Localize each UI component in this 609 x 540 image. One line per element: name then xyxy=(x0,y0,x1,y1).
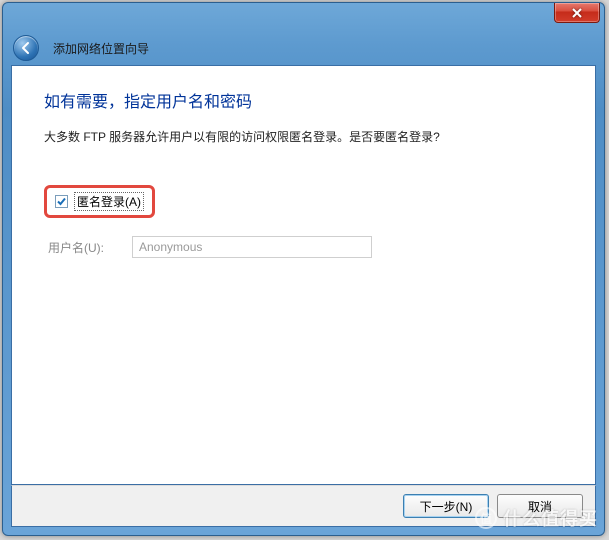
footer: 下一步(N) 取消 xyxy=(11,485,596,527)
next-button[interactable]: 下一步(N) xyxy=(403,494,489,518)
close-button[interactable] xyxy=(554,3,600,23)
checkmark-icon xyxy=(56,196,67,207)
nav-row: 添加网络位置向导 xyxy=(3,31,604,65)
arrow-left-icon xyxy=(19,41,33,55)
page-heading: 如有需要，指定用户名和密码 xyxy=(44,88,563,112)
wizard-title: 添加网络位置向导 xyxy=(53,40,149,57)
close-icon xyxy=(572,8,582,18)
content-area: 如有需要，指定用户名和密码 大多数 FTP 服务器允许用户以有限的访问权限匿名登… xyxy=(11,65,596,485)
username-label: 用户名(U): xyxy=(48,239,118,256)
wizard-window: 添加网络位置向导 如有需要，指定用户名和密码 大多数 FTP 服务器允许用户以有… xyxy=(2,2,605,536)
anonymous-login-checkbox[interactable] xyxy=(55,195,68,208)
username-input xyxy=(132,236,372,258)
username-row: 用户名(U): xyxy=(48,236,563,258)
titlebar xyxy=(3,3,604,31)
back-button[interactable] xyxy=(13,35,39,61)
anonymous-login-label: 匿名登录(A) xyxy=(74,192,144,211)
highlight-box: 匿名登录(A) xyxy=(44,185,155,218)
cancel-button[interactable]: 取消 xyxy=(497,494,583,518)
page-description: 大多数 FTP 服务器允许用户以有限的访问权限匿名登录。是否要匿名登录? xyxy=(44,128,563,145)
